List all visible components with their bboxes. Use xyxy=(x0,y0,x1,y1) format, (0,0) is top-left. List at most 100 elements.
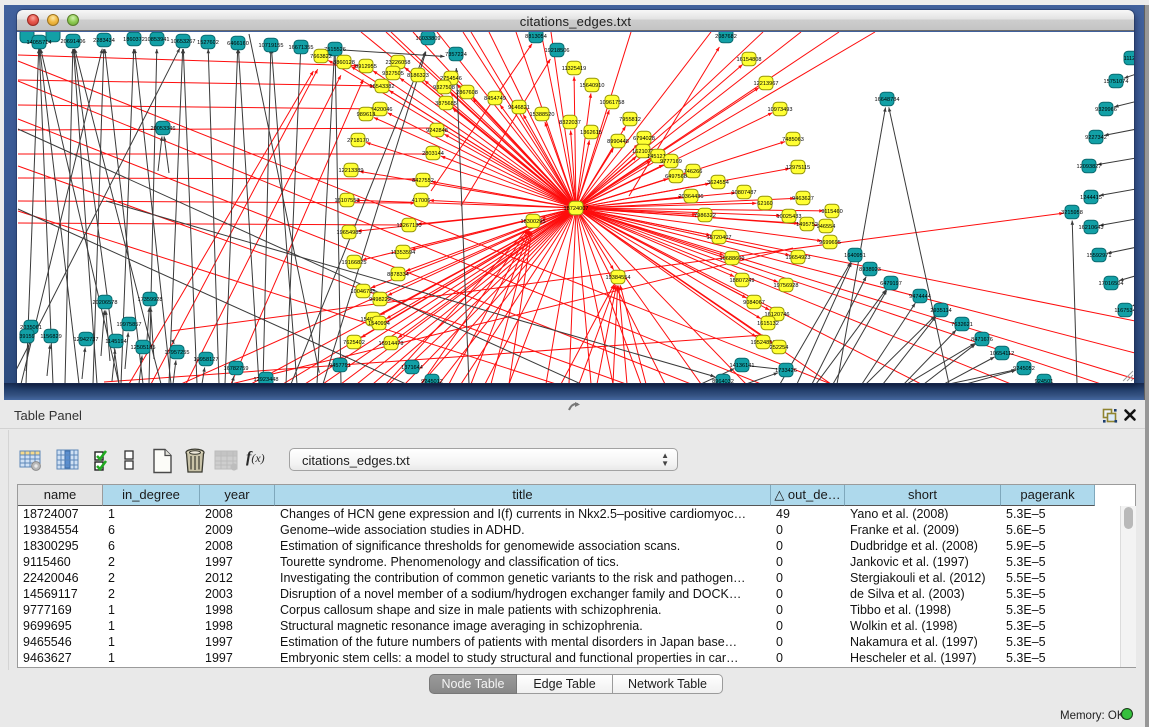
svg-text:7485063: 7485063 xyxy=(782,137,804,143)
svg-text:19654985: 19654985 xyxy=(337,230,362,236)
svg-text:6794028: 6794028 xyxy=(633,136,655,142)
svg-text:10046785: 10046785 xyxy=(351,289,376,295)
svg-text:7632621: 7632621 xyxy=(951,322,973,328)
svg-text:1371644: 1371644 xyxy=(401,365,423,371)
svg-text:9146821: 9146821 xyxy=(508,105,530,111)
svg-text:16671355: 16671355 xyxy=(289,45,314,51)
svg-text:19384554: 19384554 xyxy=(606,275,631,281)
svg-text:11121: 11121 xyxy=(1124,56,1134,62)
svg-text:9327508: 9327508 xyxy=(433,85,455,91)
svg-text:9463627: 9463627 xyxy=(792,196,814,202)
svg-text:7357224: 7357224 xyxy=(445,52,467,58)
svg-text:20206578: 20206578 xyxy=(93,300,118,306)
svg-text:10807487: 10807487 xyxy=(732,190,757,196)
svg-text:8813054: 8813054 xyxy=(525,34,547,40)
svg-text:8990448: 8990448 xyxy=(607,139,629,145)
svg-text:3624554: 3624554 xyxy=(707,180,729,186)
svg-text:16782759: 16782759 xyxy=(224,366,249,372)
svg-text:15592971: 15592971 xyxy=(1087,253,1112,259)
svg-text:9498222: 9498222 xyxy=(369,297,391,303)
svg-text:18807249: 18807249 xyxy=(730,278,755,284)
svg-text:7663822: 7663822 xyxy=(310,54,332,60)
svg-text:17359928: 17359928 xyxy=(138,297,163,303)
svg-text:9245052: 9245052 xyxy=(1013,366,1035,372)
svg-text:19166825: 19166825 xyxy=(342,260,367,266)
svg-text:2718170: 2718170 xyxy=(347,138,369,144)
svg-text:3215958: 3215958 xyxy=(1061,210,1083,216)
svg-text:9777169: 9777169 xyxy=(660,159,682,165)
svg-text:8322037: 8322037 xyxy=(559,120,581,126)
svg-text:8471676: 8471676 xyxy=(971,337,993,343)
svg-text:252254: 252254 xyxy=(770,345,789,351)
svg-text:9327505: 9327505 xyxy=(382,71,404,77)
svg-text:11325419: 11325419 xyxy=(562,66,586,72)
svg-text:16154808: 16154808 xyxy=(737,57,762,63)
svg-text:7955812: 7955812 xyxy=(619,117,641,123)
svg-text:18724007: 18724007 xyxy=(564,206,589,212)
svg-text:2087682: 2087682 xyxy=(715,34,737,40)
svg-text:14055714: 14055714 xyxy=(27,40,52,46)
svg-text:1527602: 1527602 xyxy=(197,40,219,46)
svg-text:10653267: 10653267 xyxy=(171,39,196,45)
svg-text:20691406: 20691406 xyxy=(61,39,86,45)
svg-text:12505185: 12505185 xyxy=(131,345,156,351)
svg-text:7625402: 7625402 xyxy=(343,340,365,346)
svg-text:13267130: 13267130 xyxy=(397,223,422,229)
svg-text:9699695: 9699695 xyxy=(819,240,841,246)
svg-text:12093827: 12093827 xyxy=(1077,164,1102,170)
svg-text:19218506: 19218506 xyxy=(545,48,570,54)
svg-text:1733426: 1733426 xyxy=(775,368,797,374)
svg-text:39159: 39159 xyxy=(19,334,35,340)
svg-text:8454749: 8454749 xyxy=(484,96,506,102)
svg-text:9115460: 9115460 xyxy=(821,209,842,215)
svg-text:10973493: 10973493 xyxy=(768,107,793,113)
svg-text:10654112: 10654112 xyxy=(990,351,1014,357)
svg-text:6466160: 6466160 xyxy=(227,41,249,47)
svg-text:9245012: 9245012 xyxy=(421,379,443,383)
svg-text:8912955: 8912955 xyxy=(355,64,377,70)
svg-text:2867608: 2867608 xyxy=(456,90,478,96)
svg-text:16543382: 16543382 xyxy=(370,84,395,90)
svg-text:12923448: 12923448 xyxy=(254,377,279,383)
svg-text:1362615: 1362615 xyxy=(580,130,602,136)
svg-text:18300295: 18300295 xyxy=(521,219,546,225)
svg-text:8938923: 8938923 xyxy=(859,267,881,273)
svg-text:8427552: 8427552 xyxy=(412,178,434,184)
svg-text:9227342: 9227342 xyxy=(1085,135,1107,141)
svg-text:2935114: 2935114 xyxy=(930,308,951,314)
svg-text:1540994: 1540994 xyxy=(368,321,390,327)
svg-text:1860372: 1860372 xyxy=(123,37,145,43)
svg-text:12942737: 12942737 xyxy=(74,337,99,343)
svg-text:19756928: 19756928 xyxy=(774,283,799,289)
svg-text:16033809: 16033809 xyxy=(416,36,441,42)
svg-text:12975115: 12975115 xyxy=(786,165,810,171)
svg-text:9457791: 9457791 xyxy=(329,363,351,369)
svg-text:1640951: 1640951 xyxy=(844,253,866,259)
svg-text:20053346: 20053346 xyxy=(151,126,176,132)
svg-text:9329966: 9329966 xyxy=(1095,107,1117,113)
svg-text:15388520: 15388520 xyxy=(530,112,555,118)
svg-text:7986322: 7986322 xyxy=(694,213,716,219)
svg-text:924501: 924501 xyxy=(1035,379,1054,383)
svg-text:9474444: 9474444 xyxy=(909,294,931,300)
svg-text:10719155: 10719155 xyxy=(259,43,284,49)
svg-text:9242848: 9242848 xyxy=(426,128,448,134)
svg-text:10025433: 10025433 xyxy=(777,214,802,220)
svg-text:1156829: 1156829 xyxy=(40,334,61,340)
svg-text:16914479: 16914479 xyxy=(379,341,404,347)
svg-text:6479197: 6479197 xyxy=(880,281,902,287)
svg-text:16210643: 16210643 xyxy=(1079,225,1104,231)
svg-text:2283434: 2283434 xyxy=(93,38,115,44)
svg-text:1615132: 1615132 xyxy=(757,321,779,327)
svg-text:8964032: 8964032 xyxy=(712,379,734,383)
svg-text:10961758: 10961758 xyxy=(600,100,625,106)
svg-text:15640910: 15640910 xyxy=(580,83,605,89)
svg-text:8878334: 8878334 xyxy=(387,272,409,278)
svg-text:10688609: 10688609 xyxy=(720,256,745,262)
svg-text:20364436: 20364436 xyxy=(679,194,704,200)
svg-text:1145194: 1145194 xyxy=(105,339,126,345)
svg-text:19654923: 19654923 xyxy=(786,255,811,261)
svg-text:23226058: 23226058 xyxy=(386,60,411,66)
svg-text:19975857: 19975857 xyxy=(117,322,142,328)
svg-text:17957255: 17957255 xyxy=(165,350,190,356)
